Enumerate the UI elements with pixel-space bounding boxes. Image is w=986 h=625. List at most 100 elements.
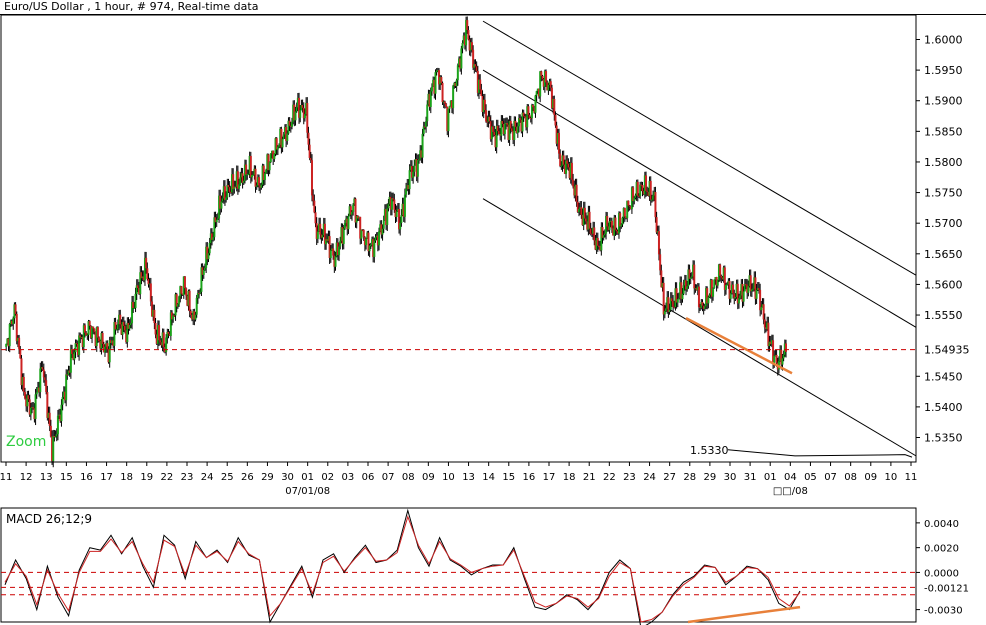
price-x-tick-label: 22 <box>161 472 174 483</box>
candle-body <box>413 165 416 172</box>
candle-body <box>445 103 448 107</box>
price-x-tick-label: 06 <box>362 472 375 483</box>
price-x-tick-label: 05 <box>804 472 817 483</box>
price-x-tick-label: 29 <box>704 472 717 483</box>
candle-body <box>395 211 398 217</box>
chart-canvas: 1.6000 1.5950 1.5900 1.5850 1.5800 1.5750 1.57… <box>0 14 986 625</box>
candle-body <box>263 173 266 181</box>
price-y-tick-label: 1.5800 <box>924 156 963 169</box>
price-x-tick-label: 07 <box>824 472 837 483</box>
price-x-tick-label: 17 <box>543 472 556 483</box>
price-x-tick-label: 21 <box>583 472 596 483</box>
candle-body <box>403 194 406 217</box>
price-y-tick-label: 1.6000 <box>924 33 963 46</box>
price-x-tick-label: 12 <box>20 472 33 483</box>
zoom-annotation: Zoom <box>6 434 46 450</box>
candle-body <box>96 327 99 338</box>
price-x-tick-label: 22 <box>603 472 616 483</box>
current-price-label: 1.54935 <box>924 344 970 357</box>
candle-body <box>461 42 464 49</box>
price-x-tick-label: 07 <box>382 472 395 483</box>
candle-body <box>93 328 96 332</box>
price-y-tick-label: 1.5400 <box>924 401 963 414</box>
price-x-tick-label: 18 <box>120 472 133 483</box>
candle-body <box>329 250 332 258</box>
candle-body <box>421 133 424 158</box>
price-x-tick-label: 23 <box>623 472 636 483</box>
price-x-tick-label: 30 <box>281 472 294 483</box>
price-x-tick-label: 26 <box>241 472 254 483</box>
price-x-tick-label: 31 <box>744 472 757 483</box>
candle-body <box>408 170 411 190</box>
candle-body <box>430 86 433 92</box>
price-x-tick-label: 10 <box>885 472 898 483</box>
price-x-tick-label: 25 <box>221 472 234 483</box>
candle-body <box>35 392 38 395</box>
chart-title: Euro/US Dollar , 1 hour, # 974, Real-tim… <box>4 0 259 13</box>
price-plot-frame <box>0 14 917 463</box>
candle-body <box>400 215 403 223</box>
candle-body <box>347 216 350 230</box>
candle-body <box>785 343 787 352</box>
price-y-tick-label: 1.5900 <box>924 95 963 108</box>
price-x-tick-label: 18 <box>563 472 576 483</box>
candle-body <box>294 111 297 121</box>
candle-body <box>712 288 715 297</box>
price-panel: 1.6000 1.5950 1.5900 1.5850 1.5800 1.5750 1.57… <box>0 14 986 497</box>
candle-body <box>725 285 728 290</box>
price-y-tick-label: 1.5950 <box>924 64 963 77</box>
price-x-tick-label: 30 <box>724 472 737 483</box>
price-x-tick-label: 08 <box>844 472 857 483</box>
price-x-tick-label: 01 <box>764 472 777 483</box>
price-x-tick-label: 27 <box>663 472 676 483</box>
price-y-tick-label: 1.5550 <box>924 309 963 322</box>
macd-current-label: -0.00121 <box>924 583 969 594</box>
price-y-tick-label: 1.5700 <box>924 217 963 230</box>
price-x-tick-label: 13 <box>462 472 475 483</box>
price-x-tick-label: 14 <box>482 472 495 483</box>
candle-body <box>426 104 429 122</box>
candle-body <box>180 286 183 294</box>
candle-body <box>8 323 11 347</box>
price-y-tick-label: 1.5750 <box>924 187 963 200</box>
candle-body <box>316 231 319 239</box>
price-x-tick-label: 15 <box>502 472 515 483</box>
price-x-tick-label: 23 <box>181 472 194 483</box>
candle-body <box>268 161 271 171</box>
candle-body <box>88 321 91 326</box>
candle-body <box>452 85 455 109</box>
candle-body <box>742 291 745 302</box>
candle-body <box>342 228 345 244</box>
candle-body <box>441 82 444 103</box>
candle-body <box>773 355 776 363</box>
candle-body <box>281 138 284 148</box>
price-x-tick-label: 09 <box>422 472 435 483</box>
candle-body <box>707 297 710 304</box>
price-x-tick-label: 01 <box>301 472 314 483</box>
price-x-tick-label: 28 <box>683 472 696 483</box>
candle-body <box>382 220 385 229</box>
price-x-tick-label: 11 <box>905 472 918 483</box>
price-y-tick-label: 1.5600 <box>924 278 963 291</box>
price-x-tick-label: 02 <box>321 472 334 483</box>
candle-body <box>299 110 302 118</box>
date-label: 07/01/08 <box>285 486 330 497</box>
macd-y-tick-label: 0.0040 <box>924 519 959 530</box>
price-x-tick-label: 17 <box>100 472 113 483</box>
candle-body <box>627 200 630 206</box>
candle-body <box>623 208 626 217</box>
price-x-tick-label: 29 <box>261 472 274 483</box>
price-y-tick-label: 1.5650 <box>924 248 963 261</box>
candle-body <box>378 231 381 246</box>
candle-body <box>676 299 679 303</box>
price-x-tick-label: 04 <box>784 472 797 483</box>
price-x-tick-label: 11 <box>0 472 12 483</box>
price-x-tick-label: 16 <box>523 472 536 483</box>
candle-body <box>185 288 188 296</box>
candle-body <box>215 219 218 223</box>
candle-body <box>92 326 95 329</box>
candle-body <box>365 238 368 246</box>
candle-body <box>334 256 337 267</box>
price-y-tick-label: 1.5850 <box>924 125 963 138</box>
price-x-tick-label: 03 <box>342 472 355 483</box>
